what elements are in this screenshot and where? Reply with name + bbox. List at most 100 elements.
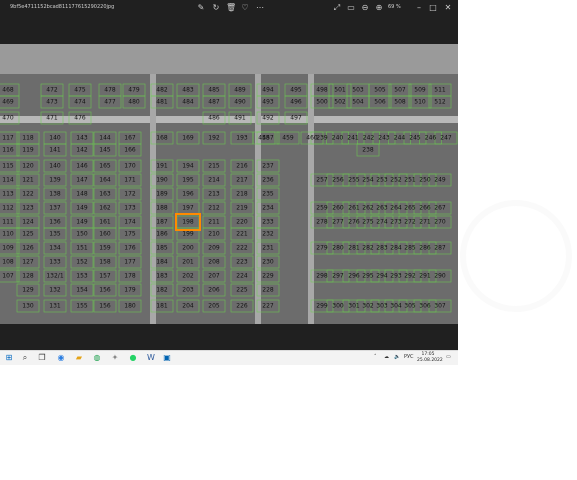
lot-number-label: 160 [99, 231, 111, 238]
lot-number-label: 173 [124, 205, 136, 212]
lot-number-label: 218 [236, 191, 248, 198]
lot-number-label: 220 [236, 219, 248, 226]
lot-number-label: 214 [208, 177, 220, 184]
zoom-in-icon[interactable]: ⊕ [374, 3, 384, 13]
lot-number-label: 481 [156, 99, 168, 106]
lot-number-label: 487 [208, 99, 220, 106]
lot-number-label: 459 [282, 135, 294, 142]
map-field-top [0, 44, 458, 74]
volume-icon[interactable]: 🔈 [394, 354, 400, 360]
input-language[interactable]: РУС [404, 354, 414, 360]
more-icon[interactable]: ⋯ [255, 3, 265, 13]
lot-number-label: 484 [182, 99, 194, 106]
favorite-icon[interactable]: ♡ [240, 3, 250, 13]
minimize-icon[interactable]: – [414, 3, 424, 13]
lot-number-label: 242 [363, 135, 375, 142]
whatsapp-icon[interactable]: ● [128, 353, 138, 363]
lot-number-label: 171 [124, 177, 136, 184]
lot-number-label: 469 [2, 99, 14, 106]
rotate-icon[interactable]: ↻ [211, 3, 221, 13]
lot-number-label: 215 [208, 163, 220, 170]
lot-number-label: 170 [124, 163, 136, 170]
lot-number-label: 510 [414, 99, 426, 106]
lot-number-label: 485 [208, 87, 220, 94]
lot-number-label: 472 [46, 87, 58, 94]
lot-number-label: 301 [348, 303, 360, 310]
search-icon[interactable]: ⌕ [20, 353, 30, 363]
lot-number-label: 512 [434, 99, 446, 106]
photos-icon[interactable]: ▣ [162, 353, 172, 363]
maximize-icon[interactable]: □ [428, 3, 438, 13]
word-icon[interactable]: W [146, 353, 156, 363]
lot-number-label: 183 [156, 273, 168, 280]
lot-number-label: 244 [394, 135, 406, 142]
lot-number-label: 138 [49, 191, 61, 198]
lot-number-label: 281 [348, 245, 360, 252]
lot-number-label: 112 [2, 205, 14, 212]
clock[interactable]: 17:05 25.08.2022 [417, 352, 443, 364]
lot-number-label: 504 [352, 99, 364, 106]
lot-number-label: 274 [376, 219, 388, 226]
lot-number-label: 475 [74, 87, 86, 94]
lot-number-label: 143 [76, 135, 88, 142]
lot-number-label: 234 [262, 205, 274, 212]
lot-number-label: 132/1 [46, 273, 63, 280]
lot-number-label: 139 [49, 177, 61, 184]
lot-number-label: 229 [262, 273, 274, 280]
lot-number-label: 302 [362, 303, 374, 310]
lot-number-label: 298 [316, 273, 328, 280]
lot-number-label: 277 [332, 219, 344, 226]
lot-number-label: 162 [99, 205, 111, 212]
lot-number-label: 239 [316, 135, 328, 142]
lot-number-label: 130 [22, 303, 34, 310]
lot-number-label: 193 [236, 135, 248, 142]
lot-number-label: 506 [374, 99, 386, 106]
slideshow-icon[interactable]: ▭ [346, 3, 356, 13]
notifications-icon[interactable]: ▭ [446, 354, 451, 360]
lot-number-label: 482 [156, 87, 168, 94]
delete-icon[interactable]: 🗑 [226, 3, 236, 13]
lot-number-label: 118 [22, 135, 34, 142]
lot-number-label: 147 [76, 177, 88, 184]
lot-number-label: 120 [22, 163, 34, 170]
edit-icon[interactable]: ✎ [196, 3, 206, 13]
lot-number-label: 133 [49, 259, 61, 266]
lot-number-label: 174 [124, 219, 136, 226]
pinned-app-icon[interactable]: ✦ [110, 353, 120, 363]
lot-number-label: 265 [404, 205, 416, 212]
lot-number-label: 161 [99, 219, 111, 226]
lot-number-label: 303 [376, 303, 388, 310]
lot-number-label: 114 [2, 177, 14, 184]
lot-number-label: 196 [182, 191, 194, 198]
lot-number-label: 304 [390, 303, 402, 310]
lot-number-label: 136 [49, 219, 61, 226]
network-icon[interactable]: ☁ [384, 354, 389, 360]
lot-number-label: 247 [440, 135, 452, 142]
lot-number-label: 151 [76, 245, 88, 252]
edge-icon[interactable]: ◉ [56, 353, 66, 363]
lot-number-label: 306 [419, 303, 431, 310]
close-icon[interactable]: ✕ [443, 3, 453, 13]
chrome-icon[interactable]: ◍ [92, 353, 102, 363]
lot-number-label: 129 [22, 287, 34, 294]
task-view-icon[interactable]: ❐ [37, 353, 47, 363]
lot-number-label: 195 [182, 177, 194, 184]
lot-number-label: 231 [262, 245, 274, 252]
start-icon[interactable]: ⊞ [4, 353, 14, 363]
lot-number-label: 108 [2, 259, 14, 266]
lot-number-label: 148 [76, 191, 88, 198]
lot-number-label: 271 [419, 219, 431, 226]
tray-chevron-icon[interactable]: ˄ [374, 354, 377, 360]
lot-number-label: 152 [76, 259, 88, 266]
cadastral-map-image[interactable]: 468 472 475 478 479 482 483 485 489 494 495 498 501 5… [0, 44, 458, 324]
zoom-level[interactable]: 69 % [388, 4, 401, 10]
lot-number-label: 119 [22, 147, 34, 154]
lot-number-label: 125 [22, 231, 34, 238]
lot-number-label: 283 [376, 245, 388, 252]
expand-icon[interactable]: ⤢ [332, 3, 342, 13]
file-explorer-icon[interactable]: ▰ [74, 353, 84, 363]
lot-number-label: 275 [362, 219, 374, 226]
lot-number-label: 159 [99, 245, 111, 252]
lot-number-label: 208 [208, 259, 220, 266]
zoom-out-icon[interactable]: ⊖ [360, 3, 370, 13]
